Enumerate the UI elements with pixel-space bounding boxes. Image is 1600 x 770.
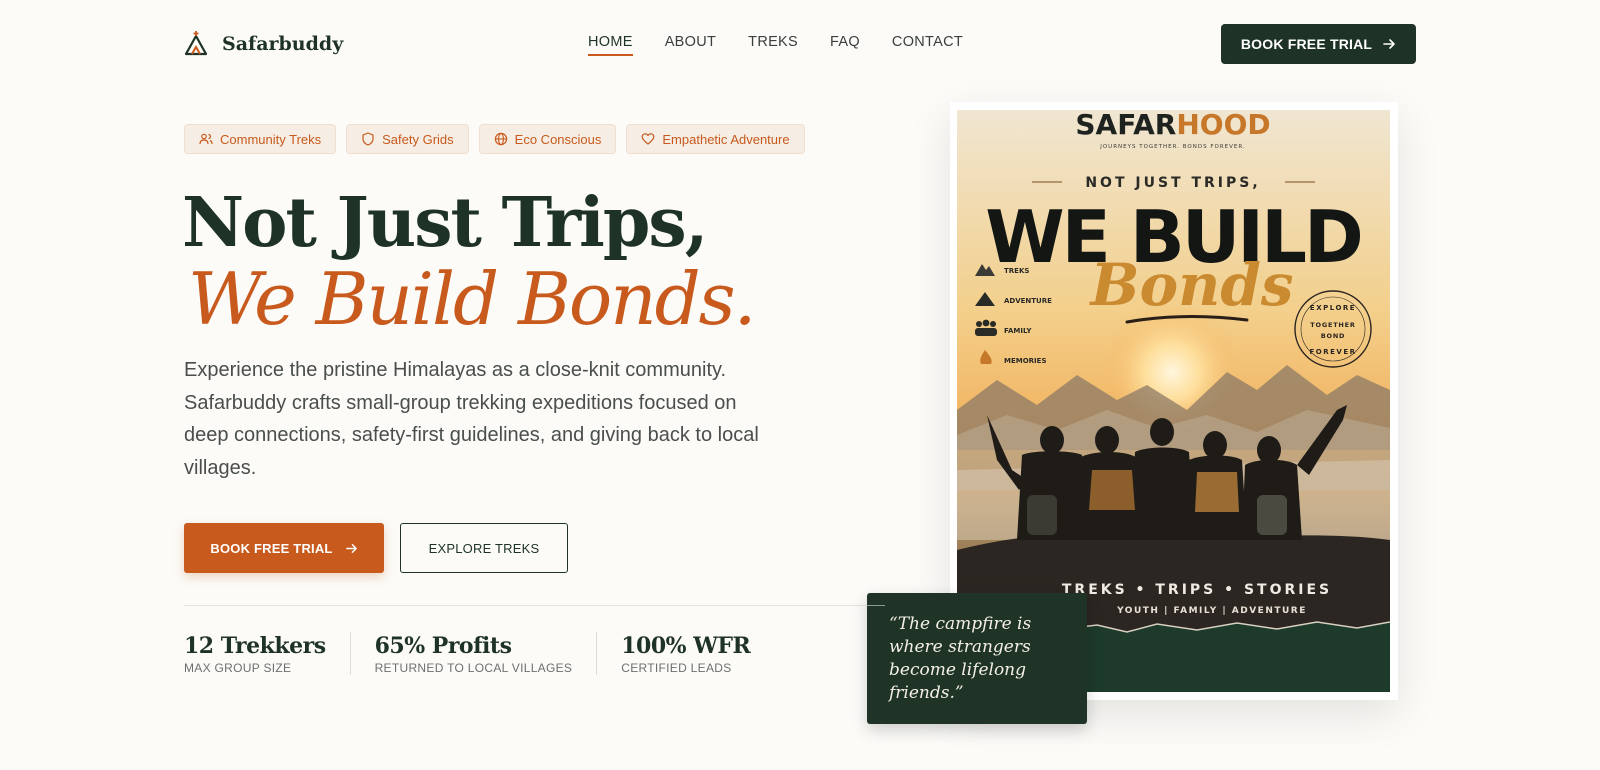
poster-brand: SAFARHOOD xyxy=(1075,110,1270,141)
stat-value: 100% WFR xyxy=(621,633,751,659)
users-icon xyxy=(199,133,213,145)
quote-text: “The campfire is where strangers become … xyxy=(889,614,1032,703)
arrow-right-icon xyxy=(1383,39,1395,49)
stamp-mid2: BOND xyxy=(1321,332,1346,340)
nav-treks[interactable]: TREKS xyxy=(748,34,798,56)
poster-footer-line2: YOUTH | FAMILY | ADVENTURE xyxy=(1116,606,1307,616)
nav-about[interactable]: ABOUT xyxy=(665,34,716,56)
poster-feature: ADVENTURE xyxy=(1004,297,1052,305)
stat-label: CERTIFIED LEADS xyxy=(621,661,732,675)
shield-icon xyxy=(362,132,374,146)
book-free-trial-header-label: BOOK FREE TRIAL xyxy=(1240,36,1373,52)
arrow-right-icon xyxy=(345,543,357,553)
poster-footer-line1: TREKS • TRIPS • STORIES xyxy=(1062,582,1332,598)
hero-title-line1: Not Just Trips, xyxy=(182,183,708,263)
poster-feature: MEMORIES xyxy=(1004,357,1046,365)
poster-feature: FAMILY xyxy=(1004,327,1032,335)
stat-group-size: 12 Trekkers MAX GROUP SIZE xyxy=(184,632,351,675)
hero-description: Experience the pristine Himalayas as a c… xyxy=(184,359,759,479)
tag-label: Community Treks xyxy=(220,131,322,147)
stamp-bottom: FOREVER xyxy=(1310,348,1357,356)
stat-value: 65% Profits xyxy=(374,633,512,659)
stamp-top: EXPLORE xyxy=(1310,304,1356,312)
tag-label: Eco Conscious xyxy=(514,131,602,147)
divider xyxy=(184,605,884,606)
poster-brand-b: HOOD xyxy=(1176,110,1270,141)
tag-safety-grids: Safety Grids xyxy=(346,124,469,154)
hero-title-line2: We Build Bonds. xyxy=(188,257,756,341)
stat-label: MAX GROUP SIZE xyxy=(184,661,292,675)
stat-label: RETURNED TO LOCAL VILLAGES xyxy=(374,661,573,675)
quote-card: “The campfire is where strangers become … xyxy=(867,593,1087,724)
poster-kicker: NOT JUST TRIPS, xyxy=(1085,175,1260,191)
nav-contact[interactable]: CONTACT xyxy=(892,34,963,56)
poster-script: Bonds xyxy=(1088,251,1293,319)
explore-treks-button[interactable]: EXPLORE TREKS xyxy=(400,523,568,573)
poster-brand-a: SAFAR xyxy=(1075,110,1176,141)
tag-empathetic-adventure: Empathetic Adventure xyxy=(626,124,805,154)
heart-icon xyxy=(641,133,655,145)
book-free-trial-button[interactable]: BOOK FREE TRIAL xyxy=(184,523,384,573)
tag-eco-conscious: Eco Conscious xyxy=(478,124,617,154)
mountain-logo-icon xyxy=(184,31,208,56)
stat-profits: 65% Profits RETURNED TO LOCAL VILLAGES xyxy=(375,632,598,675)
globe-icon xyxy=(494,132,507,146)
logo[interactable]: Safarbuddy xyxy=(184,30,343,58)
stamp-mid1: TOGETHER xyxy=(1310,321,1355,329)
nav-home[interactable]: HOME xyxy=(588,34,633,56)
book-free-trial-label: BOOK FREE TRIAL xyxy=(210,540,333,556)
stats-row: 12 Trekkers MAX GROUP SIZE 65% Profits R… xyxy=(184,632,798,675)
brand-name: Safarbuddy xyxy=(222,33,344,55)
main-nav: HOME ABOUT TREKS FAQ CONTACT xyxy=(588,34,963,56)
feature-tags: Community Treks Safety Grids Eco Conscio… xyxy=(184,124,805,154)
site-header: Safarbuddy HOME ABOUT TREKS FAQ CONTACT … xyxy=(0,0,1600,90)
book-free-trial-header-button[interactable]: BOOK FREE TRIAL xyxy=(1221,24,1416,64)
tag-label: Empathetic Adventure xyxy=(662,131,790,147)
stat-value: 12 Trekkers xyxy=(184,633,326,659)
stat-certified-leads: 100% WFR CERTIFIED LEADS xyxy=(621,632,774,675)
poster-feature: TREKS xyxy=(1004,267,1029,275)
tag-community-treks: Community Treks xyxy=(184,124,337,154)
nav-faq[interactable]: FAQ xyxy=(830,34,860,56)
poster-tagline: JOURNEYS TOGETHER. BONDS FOREVER. xyxy=(1099,144,1246,150)
tag-label: Safety Grids xyxy=(382,131,454,147)
